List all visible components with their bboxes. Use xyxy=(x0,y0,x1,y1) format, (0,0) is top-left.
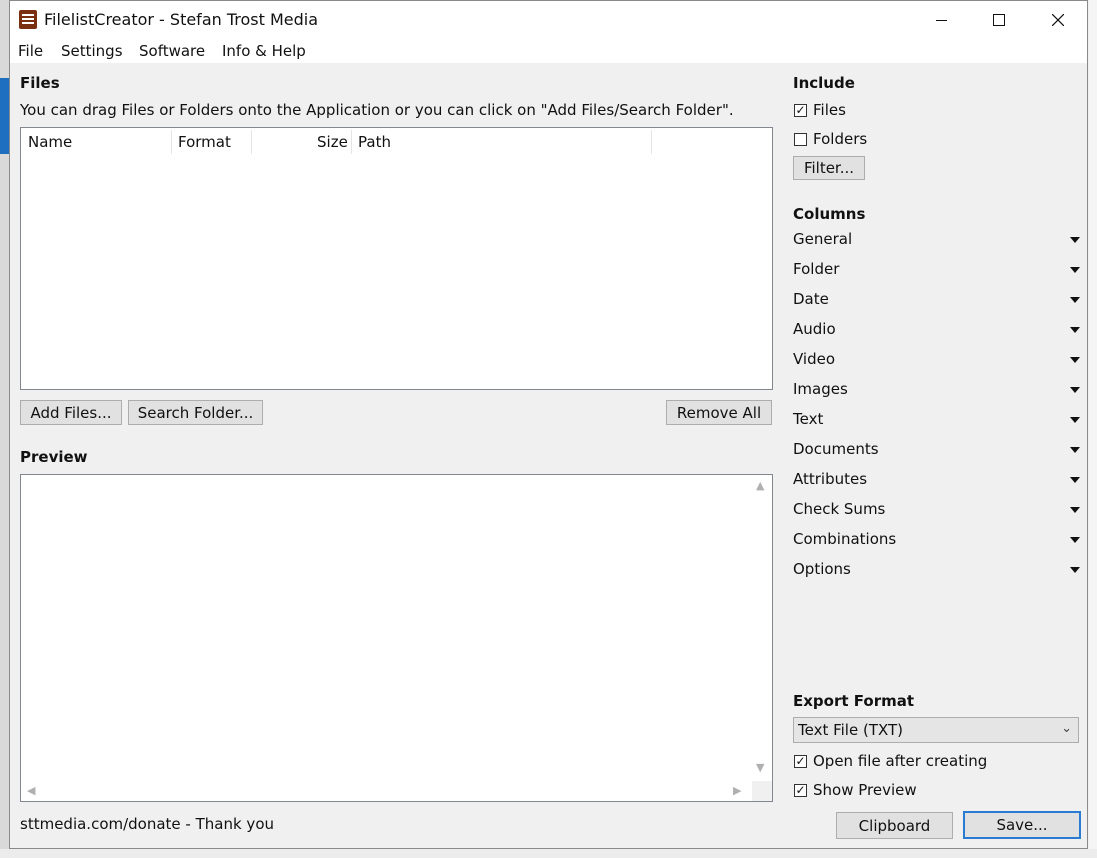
dropdown-arrow-icon xyxy=(1070,327,1080,333)
columns-folder[interactable]: Folder xyxy=(793,260,1080,284)
menu-bar: File Settings Software Info & Help xyxy=(10,39,1087,63)
filter-button[interactable]: Filter... xyxy=(793,156,865,180)
include-folders-checkbox[interactable] xyxy=(794,133,807,146)
maximize-icon xyxy=(993,14,1005,26)
columns-general[interactable]: General xyxy=(793,230,1080,254)
desktop-window-fragment xyxy=(0,78,9,154)
add-files-button[interactable]: Add Files... xyxy=(20,400,122,425)
desktop-background-left xyxy=(0,0,9,858)
columns-video[interactable]: Video xyxy=(793,350,1080,374)
files-section-title: Files xyxy=(20,74,60,92)
export-format-select[interactable]: Text File (TXT) ⌄ xyxy=(793,717,1079,743)
column-header-name[interactable]: Name xyxy=(28,128,72,156)
columns-audio[interactable]: Audio xyxy=(793,320,1080,344)
scroll-down-icon[interactable]: ▼ xyxy=(756,761,764,774)
dropdown-arrow-icon xyxy=(1070,357,1080,363)
dropdown-arrow-icon xyxy=(1070,537,1080,543)
clipboard-button[interactable]: Clipboard xyxy=(836,812,953,839)
close-icon xyxy=(1052,14,1064,26)
column-separator[interactable] xyxy=(251,130,252,154)
donate-link[interactable]: sttmedia.com/donate - Thank you xyxy=(20,815,274,833)
column-header-path[interactable]: Path xyxy=(358,128,391,156)
scroll-up-icon[interactable]: ▲ xyxy=(756,479,764,492)
menu-info-help[interactable]: Info & Help xyxy=(222,42,306,60)
include-files-label[interactable]: Files xyxy=(813,101,846,119)
columns-text[interactable]: Text xyxy=(793,410,1080,434)
dropdown-arrow-icon xyxy=(1070,237,1080,243)
open-after-creating-label[interactable]: Open file after creating xyxy=(813,752,987,770)
dropdown-arrow-icon xyxy=(1070,447,1080,453)
maximize-button[interactable] xyxy=(976,1,1022,39)
scroll-right-icon[interactable]: ▶ xyxy=(733,784,741,797)
save-button[interactable]: Save... xyxy=(963,811,1081,839)
export-format-title: Export Format xyxy=(793,692,915,710)
include-section-title: Include xyxy=(793,74,855,92)
columns-documents[interactable]: Documents xyxy=(793,440,1080,464)
scroll-left-icon[interactable]: ◀ xyxy=(27,784,35,797)
show-preview-label[interactable]: Show Preview xyxy=(813,781,917,799)
dropdown-arrow-icon xyxy=(1070,477,1080,483)
menu-file[interactable]: File xyxy=(18,42,43,60)
column-header-size[interactable]: Size xyxy=(317,128,348,156)
dropdown-arrow-icon xyxy=(1070,387,1080,393)
columns-combinations[interactable]: Combinations xyxy=(793,530,1080,554)
columns-date[interactable]: Date xyxy=(793,290,1080,314)
desktop-background-right xyxy=(1089,0,1097,858)
preview-vertical-scrollbar[interactable]: ▲ ▼ xyxy=(752,475,772,781)
include-files-checkbox[interactable]: ✓ xyxy=(794,104,807,117)
dropdown-arrow-icon xyxy=(1070,267,1080,273)
app-logo-icon xyxy=(19,10,37,29)
include-folders-label[interactable]: Folders xyxy=(813,130,867,148)
dropdown-arrow-icon xyxy=(1070,417,1080,423)
desktop-background-bottom xyxy=(0,849,1097,858)
column-separator[interactable] xyxy=(351,130,352,154)
search-folder-button[interactable]: Search Folder... xyxy=(128,400,263,425)
columns-options[interactable]: Options xyxy=(793,560,1080,584)
menu-settings[interactable]: Settings xyxy=(61,42,123,60)
app-window: FilelistCreator - Stefan Trost Media Fil… xyxy=(9,0,1088,849)
minimize-icon xyxy=(935,19,947,21)
minimize-button[interactable] xyxy=(918,1,964,39)
show-preview-checkbox[interactable]: ✓ xyxy=(794,784,807,797)
files-hint: You can drag Files or Folders onto the A… xyxy=(20,101,734,119)
scrollbar-corner xyxy=(752,781,772,801)
preview-area[interactable]: ▲ ▼ ◀ ▶ xyxy=(20,474,773,802)
file-list[interactable]: Name Format Size Path xyxy=(20,127,773,390)
columns-section-title: Columns xyxy=(793,205,866,223)
preview-horizontal-scrollbar[interactable]: ◀ ▶ xyxy=(21,781,752,801)
preview-section-title: Preview xyxy=(20,448,88,466)
columns-check-sums[interactable]: Check Sums xyxy=(793,500,1080,524)
dropdown-arrow-icon xyxy=(1070,507,1080,513)
open-after-creating-checkbox[interactable]: ✓ xyxy=(794,755,807,768)
column-separator[interactable] xyxy=(651,130,652,154)
dropdown-arrow-icon xyxy=(1070,567,1080,573)
columns-attributes[interactable]: Attributes xyxy=(793,470,1080,494)
remove-all-button[interactable]: Remove All xyxy=(666,400,772,425)
export-format-value: Text File (TXT) xyxy=(798,721,904,739)
title-bar[interactable]: FilelistCreator - Stefan Trost Media xyxy=(10,1,1087,39)
window-title: FilelistCreator - Stefan Trost Media xyxy=(44,10,319,29)
dropdown-arrow-icon xyxy=(1070,297,1080,303)
chevron-down-icon: ⌄ xyxy=(1061,721,1072,736)
column-header-format[interactable]: Format xyxy=(178,128,231,156)
menu-software[interactable]: Software xyxy=(139,42,205,60)
close-button[interactable] xyxy=(1035,1,1081,39)
column-separator[interactable] xyxy=(171,130,172,154)
columns-images[interactable]: Images xyxy=(793,380,1080,404)
